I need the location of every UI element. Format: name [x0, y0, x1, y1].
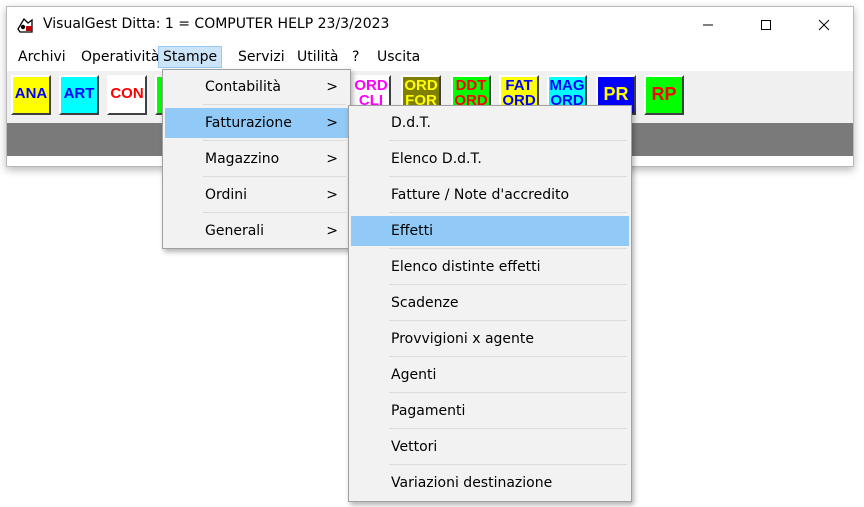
- maximize-button[interactable]: [737, 7, 795, 43]
- separator: [389, 248, 627, 249]
- menu-item-label: Generali: [205, 223, 265, 239]
- submenu-item-elenco-distinte[interactable]: Elenco distinte effetti: [351, 252, 629, 282]
- submenu-item-fatture[interactable]: Fatture / Note d'accredito: [351, 180, 629, 210]
- menu-uscita[interactable]: Uscita: [373, 47, 424, 67]
- menu-item-label: Variazioni destinazione: [391, 475, 553, 491]
- menu-item-label: Fatture / Note d'accredito: [391, 187, 570, 203]
- separator: [389, 392, 627, 393]
- menu-operativita[interactable]: Operatività: [77, 47, 163, 67]
- menu-item-label: Contabilità: [205, 79, 281, 95]
- title-bar[interactable]: VisualGest Ditta: 1 = COMPUTER HELP 23/3…: [7, 7, 853, 43]
- menu-item-label: Effetti: [391, 223, 433, 239]
- menu-item-label: Scadenze: [391, 295, 459, 311]
- toolbar-rp-button[interactable]: RP: [644, 75, 684, 115]
- submenu-item-pagamenti[interactable]: Pagamenti: [351, 396, 629, 426]
- toolbar-con-button[interactable]: CON: [107, 75, 147, 115]
- close-icon: [818, 19, 830, 31]
- app-logo-icon: [17, 17, 33, 33]
- menu-bar: Archivi Operatività Stampe Servizi Utili…: [7, 45, 853, 69]
- menu-item-label: Ordini: [205, 187, 248, 203]
- menu-item-label: Vettori: [391, 439, 438, 455]
- menu-item-label: Fatturazione: [205, 115, 292, 131]
- maximize-icon: [761, 20, 771, 30]
- menu-item-generali[interactable]: Generali >: [165, 216, 348, 246]
- menu-item-magazzino[interactable]: Magazzino >: [165, 144, 348, 174]
- menu-item-label: Elenco distinte effetti: [391, 259, 541, 275]
- separator: [389, 320, 627, 321]
- separator: [389, 428, 627, 429]
- toolbar-ana-button[interactable]: ANA: [11, 75, 51, 115]
- menu-item-ordini[interactable]: Ordini >: [165, 180, 348, 210]
- separator: [203, 140, 346, 141]
- submenu-item-agenti[interactable]: Agenti: [351, 360, 629, 390]
- menu-item-contabilita[interactable]: Contabilità >: [165, 72, 348, 102]
- separator: [203, 176, 346, 177]
- separator: [203, 212, 346, 213]
- chevron-right-icon: >: [326, 223, 338, 239]
- menu-item-label: Agenti: [391, 367, 437, 383]
- submenu-item-effetti[interactable]: Effetti: [351, 216, 629, 246]
- menu-item-label: Provvigioni x agente: [391, 331, 535, 347]
- submenu-item-provvigioni[interactable]: Provvigioni x agente: [351, 324, 629, 354]
- chevron-right-icon: >: [326, 79, 338, 95]
- separator: [389, 140, 627, 141]
- stampe-dropdown: Contabilità > Fatturazione > Magazzino >…: [162, 69, 351, 249]
- separator: [389, 284, 627, 285]
- minimize-icon: [703, 24, 713, 26]
- submenu-item-variazioni[interactable]: Variazioni destinazione: [351, 468, 629, 498]
- separator: [389, 464, 627, 465]
- separator: [389, 212, 627, 213]
- menu-item-label: Pagamenti: [391, 403, 466, 419]
- submenu-item-vettori[interactable]: Vettori: [351, 432, 629, 462]
- menu-help[interactable]: ?: [348, 47, 363, 67]
- menu-item-fatturazione[interactable]: Fatturazione >: [165, 108, 348, 138]
- separator: [389, 176, 627, 177]
- submenu-item-elenco-ddt[interactable]: Elenco D.d.T.: [351, 144, 629, 174]
- separator: [389, 356, 627, 357]
- submenu-item-ddt[interactable]: D.d.T.: [351, 108, 629, 138]
- menu-stampe[interactable]: Stampe: [158, 46, 223, 68]
- window-title: VisualGest Ditta: 1 = COMPUTER HELP 23/3…: [43, 16, 390, 32]
- chevron-right-icon: >: [326, 187, 338, 203]
- submenu-item-scadenze[interactable]: Scadenze: [351, 288, 629, 318]
- menu-item-label: Elenco D.d.T.: [391, 151, 482, 167]
- chevron-right-icon: >: [326, 115, 338, 131]
- toolbar-art-button[interactable]: ART: [59, 75, 99, 115]
- menu-item-label: Magazzino: [205, 151, 280, 167]
- minimize-button[interactable]: [679, 7, 737, 43]
- close-button[interactable]: [795, 7, 853, 43]
- chevron-right-icon: >: [326, 151, 338, 167]
- menu-archivi[interactable]: Archivi: [14, 47, 70, 67]
- menu-item-label: D.d.T.: [391, 115, 431, 131]
- menu-servizi[interactable]: Servizi: [234, 47, 289, 67]
- separator: [203, 104, 346, 105]
- menu-utilita[interactable]: Utilità: [293, 47, 342, 67]
- fatturazione-submenu: D.d.T. Elenco D.d.T. Fatture / Note d'ac…: [348, 105, 632, 502]
